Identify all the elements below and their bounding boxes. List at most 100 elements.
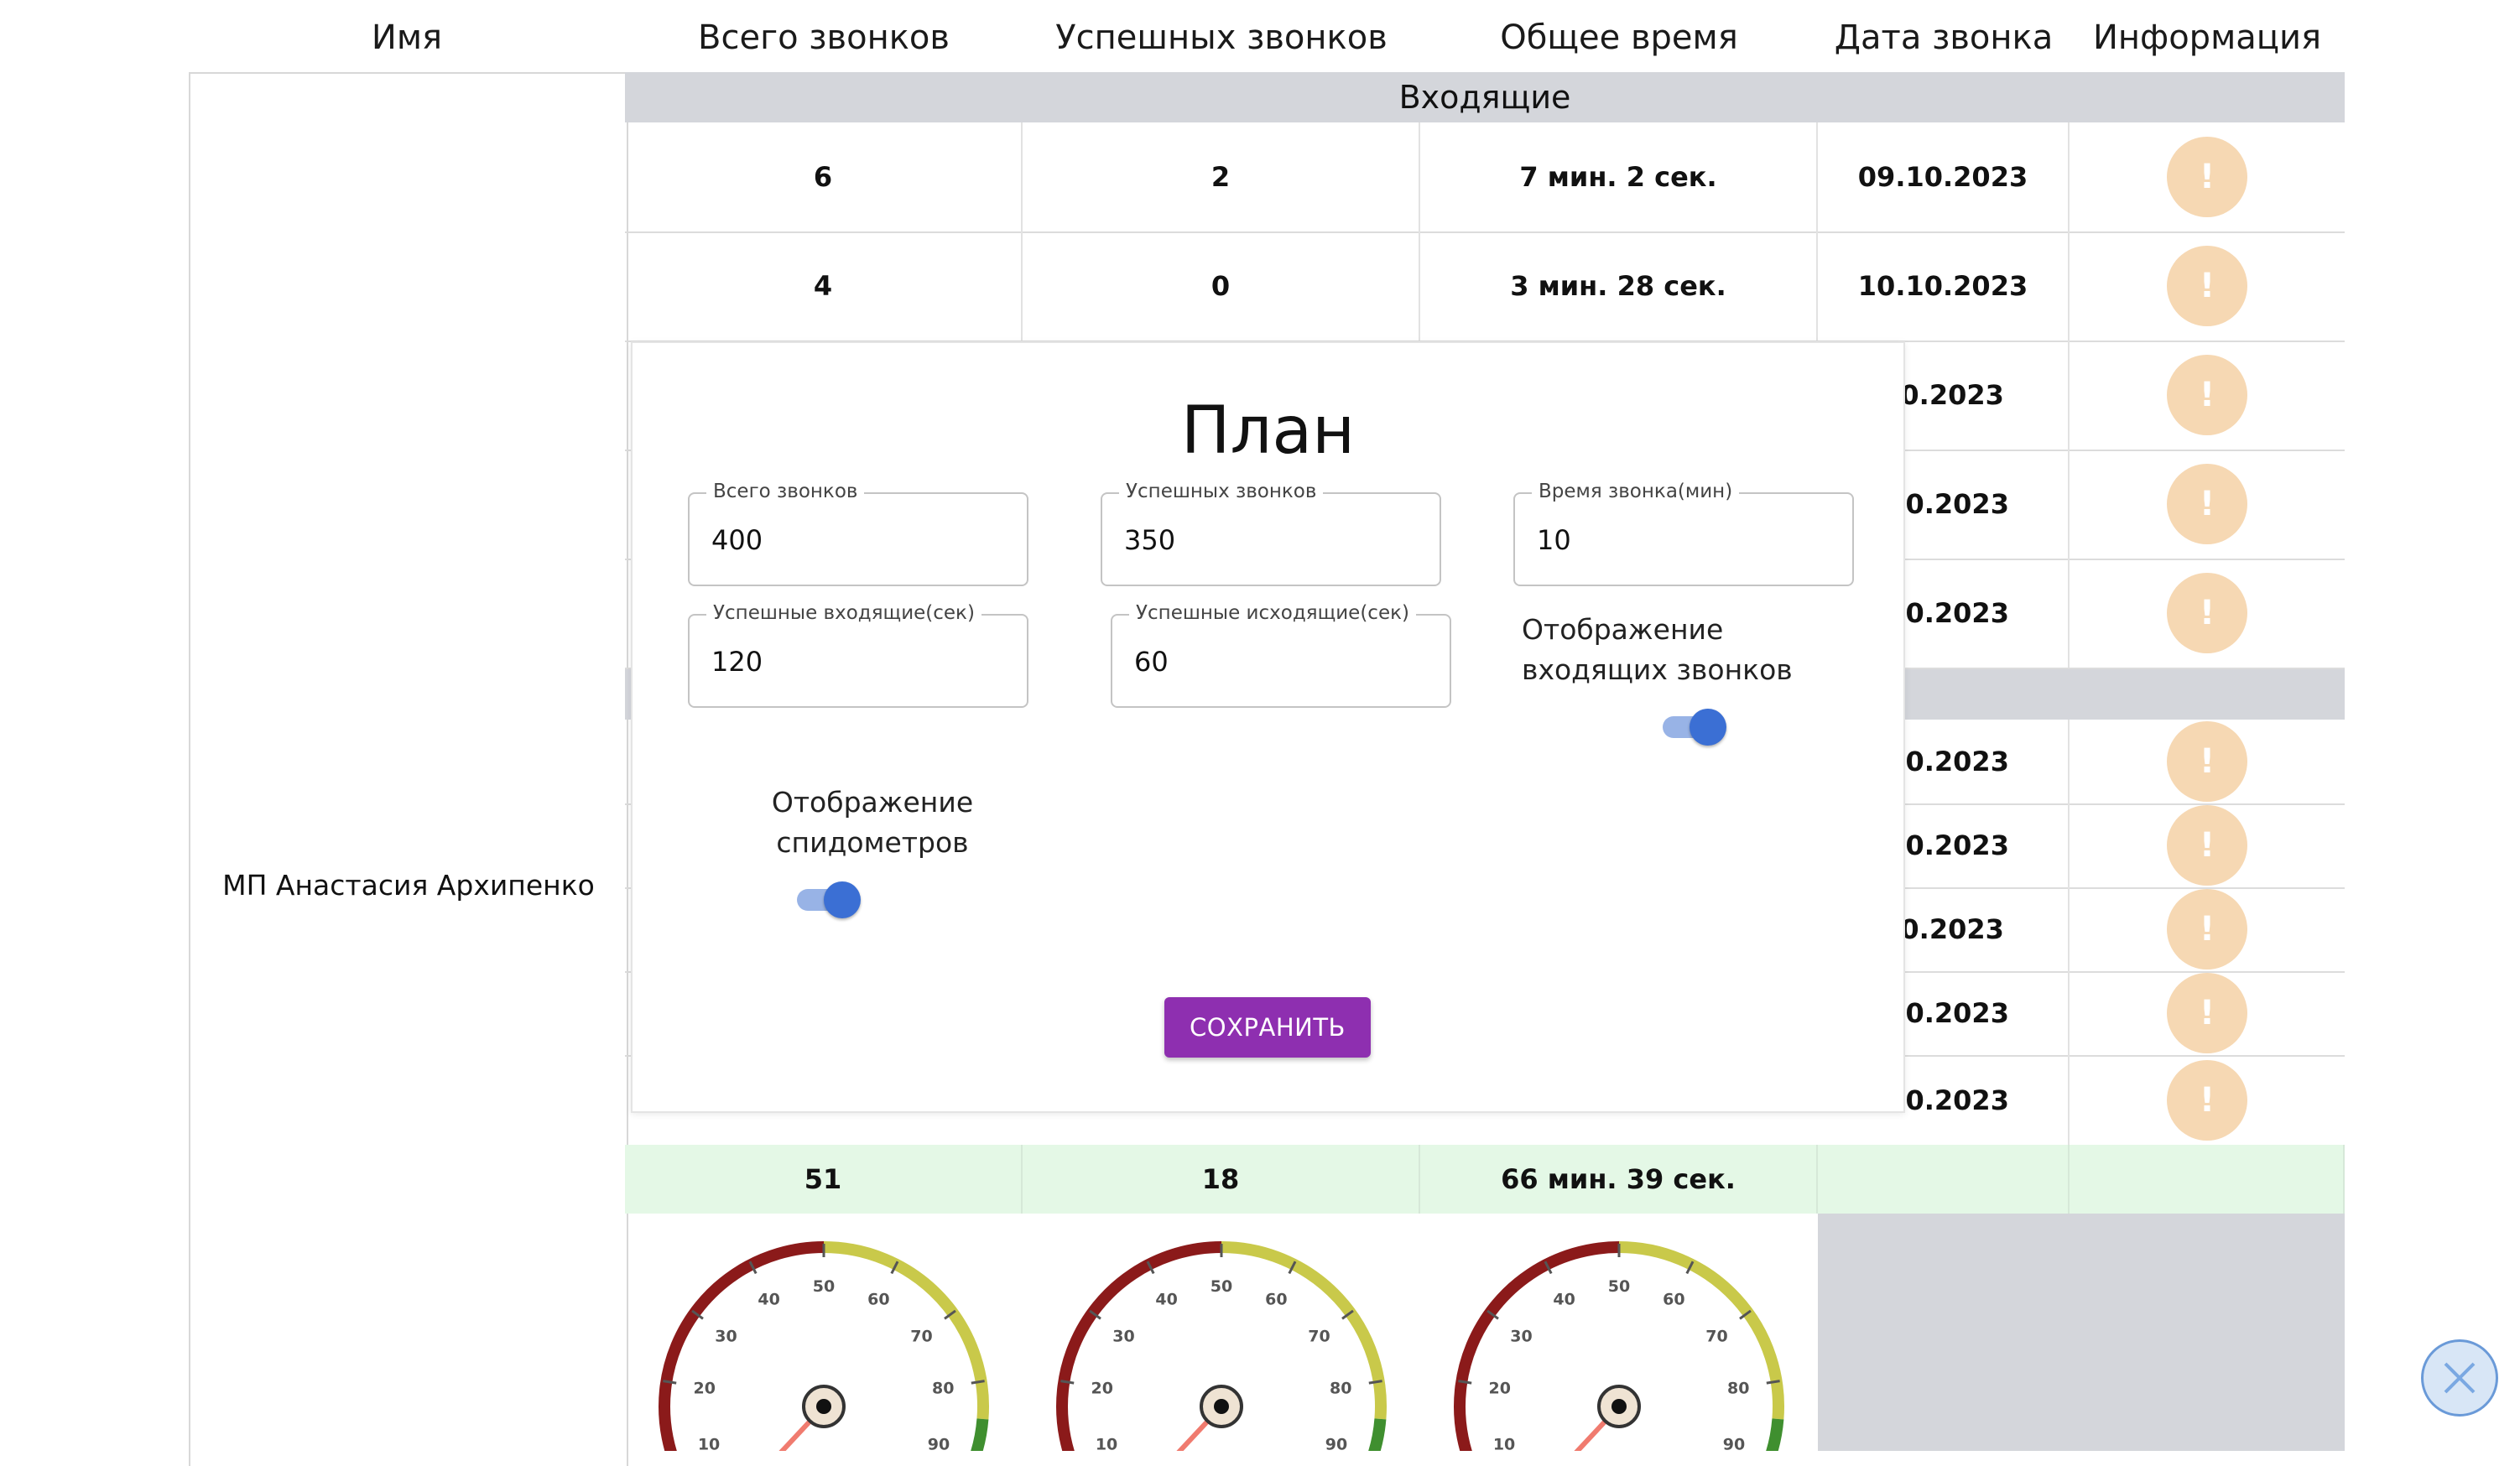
success-outgoing-field[interactable]: Успешные исходящие(сек) 60 <box>1111 602 1451 708</box>
modal-title: План <box>1180 393 1356 469</box>
speedometers-toggle-label-line1: Отображение <box>771 786 974 819</box>
gauge-tick-label: 70 <box>910 1327 932 1345</box>
gauge-tick-label: 20 <box>694 1379 716 1397</box>
info-icon[interactable]: ! <box>2167 246 2247 326</box>
total-calls-cell: 4 <box>625 231 1023 341</box>
speedometer: 10 20 30 40 50 60 70 80 90 <box>659 1241 989 1466</box>
gauge-tick-label: 80 <box>1727 1379 1749 1397</box>
employee-name: МП Анастасия Архипенко <box>222 869 595 902</box>
gauge-tick-label: 30 <box>715 1327 737 1345</box>
gauge-hub-dot <box>1214 1399 1229 1414</box>
gauge-arc <box>1056 1241 1222 1466</box>
call-date-cell: 10.10.2023 <box>1818 231 2070 341</box>
success-outgoing-field-label: Успешные исходящие(сек) <box>1129 602 1416 624</box>
gauge-tick-label: 40 <box>758 1291 779 1309</box>
incoming-group-header: Входящие <box>625 72 2345 122</box>
info-cell: ! <box>2070 1055 2345 1145</box>
incoming-calls-toggle[interactable] <box>1663 709 1726 746</box>
toggle-knob <box>1690 709 1726 746</box>
call-time-field[interactable]: Время звонка(мин) 10 <box>1513 481 1854 586</box>
gauge-tick-label: 80 <box>1330 1379 1351 1397</box>
call-time-field-value[interactable]: 10 <box>1537 524 1571 556</box>
column-header-total-calls: Всего звонков <box>698 18 950 57</box>
speedometer: 10 20 30 40 50 60 70 80 90 <box>1454 1241 1784 1466</box>
table-row: 6 2 7 мин. 2 сек. 09.10.2023 ! <box>625 122 2345 233</box>
success-outgoing-field-value[interactable]: 60 <box>1134 646 1169 678</box>
info-icon[interactable]: ! <box>2167 355 2247 435</box>
total-time-cell: 7 мин. 2 сек. <box>1420 122 1818 231</box>
totals-time: 66 мин. 39 сек. <box>1420 1145 1818 1214</box>
plan-modal: План Всего звонков 400 Успешных звонков … <box>631 341 1905 1113</box>
info-icon[interactable]: ! <box>2167 973 2247 1053</box>
save-button[interactable]: СОХРАНИТЬ <box>1164 997 1371 1058</box>
gauge-tick-label: 60 <box>1265 1291 1287 1309</box>
close-icon <box>2444 1362 2476 1394</box>
total-time-cell: 3 мин. 28 сек. <box>1420 231 1818 341</box>
gauge-arc <box>823 1241 989 1420</box>
speedometer: 10 20 30 40 50 60 70 80 90 <box>1056 1241 1387 1466</box>
gauge-tick-label: 10 <box>698 1435 720 1451</box>
info-icon[interactable]: ! <box>2167 464 2247 544</box>
success-calls-field-value[interactable]: 350 <box>1124 524 1175 556</box>
gauge-arc <box>1454 1241 1620 1466</box>
column-header-success-calls: Успешных звонков <box>1055 18 1388 57</box>
totals-calls: 51 <box>625 1145 1023 1214</box>
info-icon[interactable]: ! <box>2167 889 2247 970</box>
gauge-tick-label: 50 <box>1608 1277 1630 1296</box>
info-icon[interactable]: ! <box>2167 573 2247 653</box>
success-incoming-field-label: Успешные входящие(сек) <box>706 602 981 624</box>
column-header-total-time: Общее время <box>1500 18 1738 57</box>
gauge-success-calls: 10 20 30 40 50 60 70 80 90 <box>1023 1214 1420 1466</box>
close-button[interactable] <box>2421 1339 2498 1417</box>
gauge-arc <box>1618 1241 1784 1420</box>
gauge-tick-label: 90 <box>1723 1435 1745 1451</box>
gauge-tick-label: 70 <box>1308 1327 1330 1345</box>
info-cell: ! <box>2070 887 2345 971</box>
column-header-info: Информация <box>2092 18 2322 57</box>
totals-info <box>2070 1145 2345 1214</box>
call-time-field-label: Время звонка(мин) <box>1532 481 1740 502</box>
gauge-tick-label: 10 <box>1493 1435 1515 1451</box>
gauge-tick-label: 30 <box>1510 1327 1532 1345</box>
incoming-toggle-label-line1: Отображение <box>1522 613 1724 646</box>
totals-row: 51 18 66 мин. 39 сек. <box>625 1145 2345 1214</box>
gauge-tick-label: 60 <box>867 1291 889 1309</box>
total-calls-field[interactable]: Всего звонков 400 <box>688 481 1028 586</box>
total-calls-field-value[interactable]: 400 <box>711 524 763 556</box>
success-calls-cell: 2 <box>1023 122 1420 231</box>
info-icon[interactable]: ! <box>2167 805 2247 886</box>
success-incoming-field[interactable]: Успешные входящие(сек) 120 <box>688 602 1028 708</box>
column-header-call-date: Дата звонка <box>1834 18 2054 57</box>
gauge-tick-label: 40 <box>1155 1291 1177 1309</box>
incoming-toggle-label-line2: входящих звонков <box>1522 653 1793 686</box>
total-calls-cell: 6 <box>625 122 1023 231</box>
speedometers-toggle[interactable] <box>797 881 861 918</box>
gauge-hub-dot <box>816 1399 831 1414</box>
info-cell: ! <box>2070 341 2345 450</box>
gauge-tick-label: 20 <box>1091 1379 1113 1397</box>
incoming-toggle-label: Отображение входящих звонков <box>1522 610 1793 690</box>
gauge-tick-label: 20 <box>1489 1379 1511 1397</box>
gauge-total-time: 10 20 30 40 50 60 70 80 90 <box>1420 1214 1818 1466</box>
info-icon[interactable]: ! <box>2167 721 2247 802</box>
employee-name-cell: МП Анастасия Архипенко <box>189 72 628 1466</box>
gauge-hub-dot <box>1611 1399 1627 1414</box>
call-date-cell: 09.10.2023 <box>1818 122 2070 231</box>
gauge-tick-label: 70 <box>1705 1327 1727 1345</box>
info-cell: ! <box>2070 122 2345 231</box>
success-calls-cell: 0 <box>1023 231 1420 341</box>
speedometers-toggle-label-line2: спидометров <box>776 826 969 859</box>
info-icon[interactable]: ! <box>2167 137 2247 217</box>
gauge-tick-label: 90 <box>1325 1435 1347 1451</box>
info-cell: ! <box>2070 231 2345 341</box>
empty-gray-area <box>1818 1214 2345 1451</box>
success-incoming-field-value[interactable]: 120 <box>711 646 763 678</box>
toggle-knob <box>824 881 861 918</box>
totals-date <box>1818 1145 2070 1214</box>
success-calls-field[interactable]: Успешных звонков 350 <box>1101 481 1441 586</box>
info-icon[interactable]: ! <box>2167 1059 2247 1141</box>
gauge-arc <box>1221 1241 1387 1420</box>
gauge-tick-label: 10 <box>1096 1435 1117 1451</box>
info-cell: ! <box>2070 450 2345 559</box>
gauge-arc <box>659 1241 825 1466</box>
